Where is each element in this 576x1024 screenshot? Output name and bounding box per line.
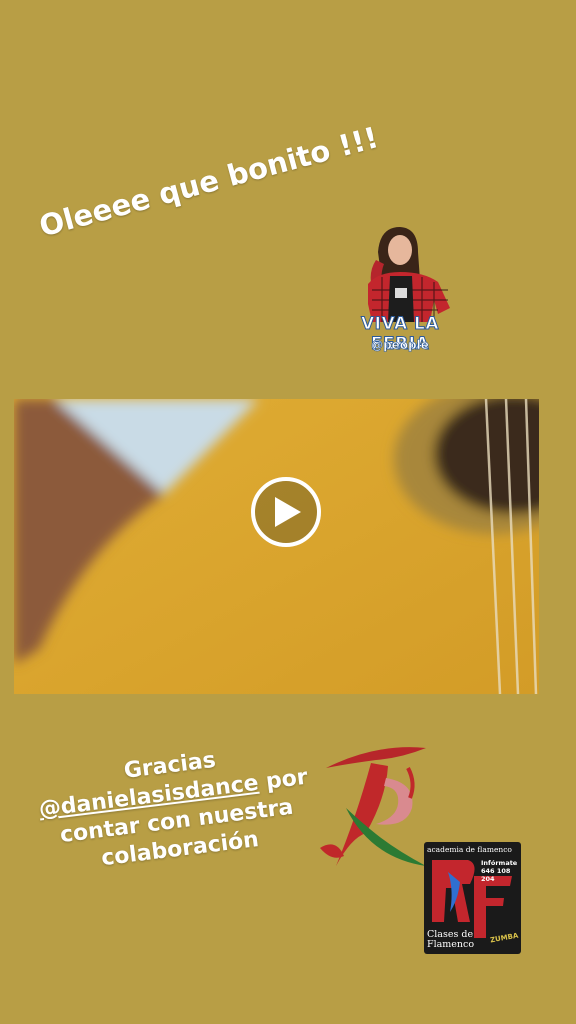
play-button[interactable]	[251, 477, 321, 547]
rf-monogram-icon	[320, 747, 426, 866]
play-icon	[275, 497, 301, 527]
card-info: Infórmate 646 108 204	[481, 859, 521, 883]
sticker-handle: @people	[371, 338, 429, 353]
viva-la-feria-sticker[interactable]: VIVA LA FERIA @people	[338, 222, 462, 362]
thanks-after-mention: por	[256, 764, 309, 796]
card-academy-label: academia de flamenco	[427, 845, 512, 854]
woman-sticker-image	[368, 227, 450, 322]
flamenco-academy-card[interactable]: academia de flamenco Infórmate 646 108 2…	[424, 842, 521, 954]
story-frame: Oleeee que bonito !!! VIVA LA FERIA @peo…	[0, 0, 576, 1024]
card-info-label: Infórmate	[481, 859, 518, 867]
guitar-video-frame	[14, 399, 539, 694]
video-thumbnail[interactable]	[14, 399, 539, 694]
card-classes-label: Clases de Flamenco	[427, 930, 474, 950]
card-phone: 646 108 204	[481, 867, 511, 883]
thanks-message: Gracias @danielasisdance por contar con …	[4, 732, 345, 883]
rf-logo-sticker[interactable]	[316, 738, 432, 878]
card-classes-line2: Flamenco	[427, 939, 475, 950]
